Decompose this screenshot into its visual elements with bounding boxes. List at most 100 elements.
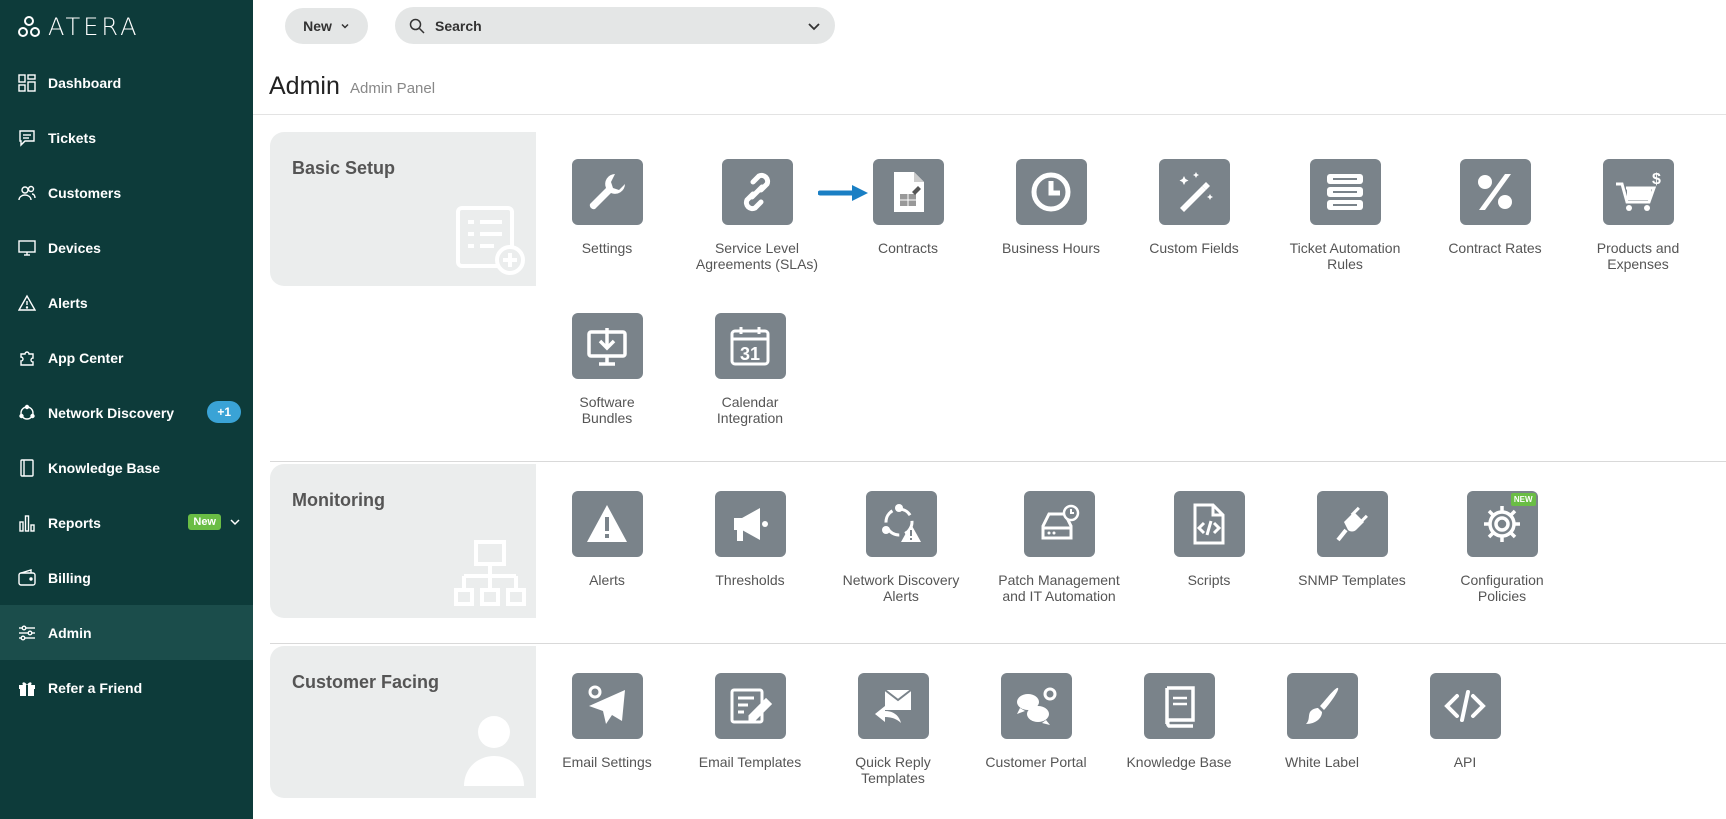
admin-tile-custom-fields[interactable]: Custom Fields: [1119, 159, 1269, 256]
admin-tile-network-discovery-alerts[interactable]: Network Discovery Alerts: [826, 491, 976, 604]
wrench-icon: [571, 159, 643, 225]
tile-label: Business Hours: [1001, 240, 1101, 256]
tile-label: Configuration Policies: [1460, 572, 1544, 604]
warning-icon: [18, 294, 36, 312]
admin-tile-slas[interactable]: Service Level Agreements (SLAs): [682, 159, 832, 272]
bar-chart-icon: [18, 514, 36, 532]
admin-tile-white-label[interactable]: White Label: [1247, 673, 1397, 770]
admin-tile-email-templates[interactable]: Email Templates: [675, 673, 825, 770]
admin-tile-products-and-expenses[interactable]: $ Products and Expenses: [1563, 159, 1713, 272]
tile-label: Thresholds: [715, 572, 785, 588]
tile-label: Products and Expenses: [1596, 240, 1680, 272]
book-icon: [1143, 673, 1215, 739]
plug-icon: [1316, 491, 1388, 557]
server-stack-icon: [1309, 159, 1381, 225]
send-gear-icon: [571, 673, 643, 739]
page-title: Admin: [269, 72, 340, 100]
search-icon: [409, 18, 425, 34]
form-add-illustration-icon: [456, 206, 525, 275]
admin-tile-customer-portal[interactable]: Customer Portal: [961, 673, 1111, 770]
sidebar-item-label: Tickets: [48, 129, 96, 146]
tile-label: SNMP Templates: [1298, 572, 1406, 588]
tile-label: Customer Portal: [985, 754, 1087, 770]
tile-label: Contracts: [878, 240, 938, 256]
tile-label: Contract Rates: [1448, 240, 1542, 256]
basic-setup-panel: Basic Setup: [270, 132, 536, 286]
network-discovery-count-badge: +1: [207, 401, 241, 423]
admin-tile-calendar-integration[interactable]: 31 Calendar Integration: [675, 313, 825, 426]
chevron-down-icon[interactable]: [229, 515, 241, 533]
tile-label: Ticket Automation Rules: [1289, 240, 1401, 272]
page-subtitle: Admin Panel: [350, 80, 436, 97]
puzzle-icon: [18, 349, 36, 367]
sidebar-item-network-discovery[interactable]: Network Discovery +1: [0, 385, 253, 440]
reports-new-badge: New: [188, 514, 221, 530]
sidebar-item-reports[interactable]: Reports New: [0, 495, 253, 550]
atera-logo-icon: [18, 16, 40, 37]
tile-label: Calendar Integration: [716, 394, 784, 426]
admin-tile-patch-management[interactable]: Patch Management and IT Automation: [984, 491, 1134, 604]
sidebar-item-tickets[interactable]: Tickets: [0, 110, 253, 165]
admin-tile-contract-rates[interactable]: Contract Rates: [1420, 159, 1570, 256]
section-divider: [270, 461, 1726, 462]
sidebar-item-refer-a-friend[interactable]: Refer a Friend: [0, 660, 253, 715]
sidebar-item-label: Knowledge Base: [48, 459, 161, 476]
chevron-down-icon[interactable]: [807, 19, 821, 33]
admin-tile-configuration-policies[interactable]: NEW Configuration Policies: [1427, 491, 1577, 604]
tile-label: API: [1453, 754, 1477, 770]
sidebar-item-knowledge-base[interactable]: Knowledge Base: [0, 440, 253, 495]
brand-name: ATERA: [48, 13, 140, 41]
calendar-icon: 31: [714, 313, 786, 379]
search-input[interactable]: [435, 17, 807, 34]
admin-tile-quick-reply-templates[interactable]: Quick Reply Templates: [818, 673, 968, 786]
sidebar-item-label: App Center: [48, 349, 124, 366]
megaphone-icon: [714, 491, 786, 557]
sidebar-item-label: Alerts: [48, 294, 88, 311]
book-icon: [18, 458, 36, 477]
sidebar-item-alerts[interactable]: Alerts: [0, 275, 253, 330]
tile-label: White Label: [1285, 754, 1359, 770]
sidebar-item-label: Customers: [48, 184, 122, 201]
search-bar[interactable]: [395, 7, 835, 44]
chevron-down-icon: [341, 23, 349, 29]
admin-tile-knowledge-base[interactable]: Knowledge Base: [1104, 673, 1254, 770]
admin-tile-business-hours[interactable]: Business Hours: [976, 159, 1126, 256]
tile-label: Quick Reply Templates: [855, 754, 931, 786]
org-chart-illustration-icon: [454, 540, 526, 606]
admin-tile-scripts[interactable]: Scripts: [1134, 491, 1284, 588]
admin-tile-ticket-automation-rules[interactable]: Ticket Automation Rules: [1270, 159, 1420, 272]
user-silhouette-illustration-icon: [464, 716, 524, 786]
gift-icon: [18, 679, 36, 697]
sidebar-item-label: Devices: [48, 239, 101, 256]
tile-label: Settings: [581, 240, 633, 256]
tile-label: Custom Fields: [1149, 240, 1239, 256]
sidebar-item-app-center[interactable]: App Center: [0, 330, 253, 385]
admin-tile-email-settings[interactable]: Email Settings: [532, 673, 682, 770]
tile-label: Alerts: [589, 572, 625, 588]
reply-mail-icon: [857, 673, 929, 739]
sidebar-item-dashboard[interactable]: Dashboard: [0, 55, 253, 110]
admin-tile-alerts[interactable]: Alerts: [532, 491, 682, 588]
sidebar-item-billing[interactable]: Billing: [0, 550, 253, 605]
admin-tile-contracts[interactable]: Contracts: [833, 159, 983, 256]
admin-tile-api[interactable]: API: [1390, 673, 1540, 770]
new-badge: NEW: [1510, 493, 1536, 506]
sidebar: ATERA Dashboard Tickets Customers Device…: [0, 0, 253, 819]
cart-icon: $: [1602, 159, 1674, 225]
sidebar-item-customers[interactable]: Customers: [0, 165, 253, 220]
code-icon: [1429, 673, 1501, 739]
code-file-icon: [1173, 491, 1245, 557]
sidebar-item-devices[interactable]: Devices: [0, 220, 253, 275]
sidebar-item-label: Billing: [48, 569, 91, 586]
admin-tile-thresholds[interactable]: Thresholds: [675, 491, 825, 588]
contract-icon: [872, 159, 944, 225]
sidebar-item-label: Reports: [48, 514, 101, 531]
monitor-icon: [18, 239, 36, 257]
sidebar-item-admin[interactable]: Admin: [0, 605, 253, 660]
admin-tile-software-bundles[interactable]: Software Bundles: [532, 313, 682, 426]
tile-label: Patch Management and IT Automation: [998, 572, 1120, 604]
admin-tile-snmp-templates[interactable]: SNMP Templates: [1277, 491, 1427, 588]
new-button[interactable]: New: [285, 8, 368, 44]
atera-logo[interactable]: ATERA: [18, 13, 140, 41]
admin-tile-settings[interactable]: Settings: [532, 159, 682, 256]
